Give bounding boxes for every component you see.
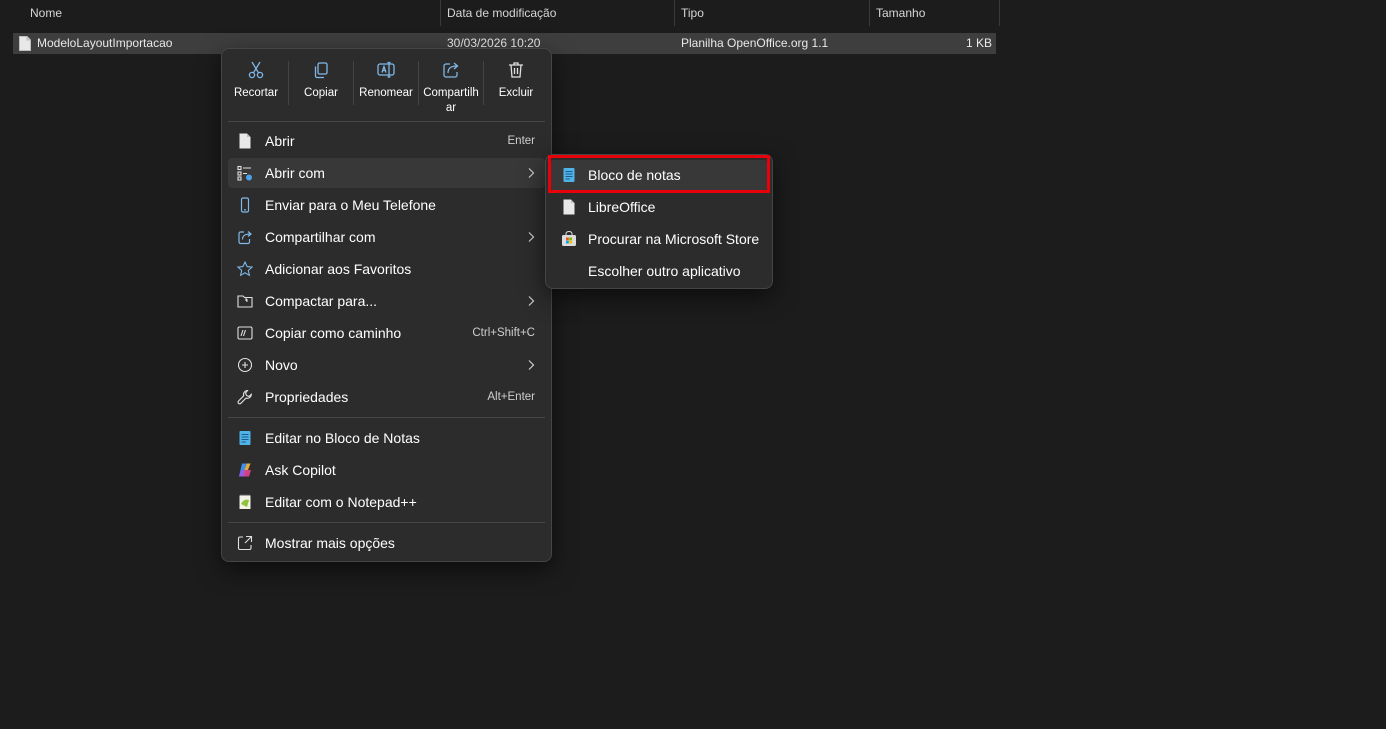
scissors-icon (248, 61, 264, 79)
share-button[interactable]: Compartilhar (419, 54, 483, 116)
menu-item-label: Copiar como caminho (265, 325, 402, 341)
document-icon (563, 199, 575, 215)
menu-item-label: Editar no Bloco de Notas (265, 430, 420, 446)
open-with-submenu: Bloco de notas LibreOffice Procurar na M… (545, 154, 773, 289)
share-label: Compartilhar (423, 87, 479, 114)
menu-item-label: Adicionar aos Favoritos (265, 261, 412, 277)
column-size[interactable]: Tamanho (869, 0, 999, 26)
column-type[interactable]: Tipo (674, 0, 869, 26)
submenu-item-label: Escolher outro aplicativo (588, 263, 741, 279)
file-name: ModeloLayoutImportacao (37, 36, 173, 50)
star-icon (237, 261, 253, 277)
menu-item-compress[interactable]: Compactar para... (228, 286, 545, 316)
menu-item-copy-path[interactable]: Copiar como caminho Ctrl+Shift+C (228, 318, 545, 348)
menu-divider (228, 417, 545, 418)
menu-item-label: Abrir (265, 133, 295, 149)
menu-item-add-favorites[interactable]: Adicionar aos Favoritos (228, 254, 545, 284)
delete-label: Excluir (498, 87, 534, 99)
notepad-icon (563, 168, 575, 182)
menu-divider (228, 121, 545, 122)
menu-item-open[interactable]: Abrir Enter (228, 126, 545, 156)
file-type: Planilha OpenOffice.org 1.1 (681, 36, 829, 50)
context-menu: Recortar Copiar Renomear Compartilhar Ex… (221, 48, 552, 562)
plus-circle-icon (237, 357, 253, 373)
menu-item-shortcut: Ctrl+Shift+C (472, 327, 535, 339)
chevron-right-icon (528, 296, 535, 306)
menu-item-properties[interactable]: Propriedades Alt+Enter (228, 382, 545, 412)
file-size: 1 KB (965, 36, 992, 50)
rename-icon (377, 61, 395, 78)
menu-item-ask-copilot[interactable]: Ask Copilot (228, 455, 545, 485)
more-options-icon (237, 535, 253, 551)
chevron-right-icon (528, 360, 535, 370)
document-icon (19, 36, 31, 51)
copy-path-icon (237, 326, 253, 340)
zip-folder-icon (237, 295, 253, 308)
submenu-item-libreoffice[interactable]: LibreOffice (550, 192, 768, 222)
notepadpp-icon (239, 494, 251, 509)
trash-icon (509, 62, 523, 78)
menu-item-edit-notepadpp[interactable]: Editar com o Notepad++ (228, 487, 545, 517)
menu-item-shortcut: Enter (507, 135, 536, 147)
chevron-right-icon (528, 168, 535, 178)
menu-item-send-to-phone[interactable]: Enviar para o Meu Telefone (228, 190, 545, 220)
column-modified[interactable]: Data de modificação (440, 0, 674, 26)
menu-item-open-with[interactable]: Abrir com (228, 158, 545, 188)
cut-label: Recortar (233, 87, 279, 99)
rename-label: Renomear (359, 87, 413, 99)
submenu-item-label: Procurar na Microsoft Store (588, 231, 760, 247)
quick-actions-bar: Recortar Copiar Renomear Compartilhar Ex… (222, 49, 551, 121)
menu-item-new[interactable]: Novo (228, 350, 545, 380)
menu-item-label: Editar com o Notepad++ (265, 494, 417, 510)
submenu-item-microsoft-store[interactable]: Procurar na Microsoft Store (550, 224, 768, 254)
chevron-right-icon (528, 232, 535, 242)
copy-label: Copiar (304, 87, 338, 99)
copy-icon (314, 62, 328, 79)
menu-item-label: Propriedades (265, 389, 349, 405)
share-icon (443, 62, 459, 78)
share-icon (238, 231, 252, 245)
copy-button[interactable]: Copiar (289, 54, 353, 116)
wrench-icon (237, 389, 252, 405)
copilot-icon (239, 463, 251, 477)
submenu-item-notepad[interactable]: Bloco de notas (550, 160, 768, 190)
open-with-icon (237, 165, 252, 181)
menu-item-label: Ask Copilot (265, 462, 336, 478)
phone-icon (240, 197, 250, 213)
rename-button[interactable]: Renomear (354, 54, 418, 116)
menu-item-label: Compartilhar com (265, 229, 376, 245)
menu-divider (228, 522, 545, 523)
menu-item-shortcut: Alt+Enter (487, 391, 535, 403)
column-divider[interactable] (999, 0, 1000, 26)
menu-item-label: Mostrar mais opções (265, 535, 395, 551)
submenu-item-choose-other-app[interactable]: Escolher outro aplicativo (550, 256, 768, 286)
menu-item-label: Abrir com (265, 165, 325, 181)
delete-button[interactable]: Excluir (484, 54, 548, 116)
menu-item-label: Novo (265, 357, 298, 373)
column-name[interactable]: Nome (23, 0, 440, 26)
menu-item-label: Enviar para o Meu Telefone (265, 197, 436, 213)
notepad-icon (239, 431, 251, 445)
menu-item-edit-notepad[interactable]: Editar no Bloco de Notas (228, 423, 545, 453)
menu-item-share-with[interactable]: Compartilhar com (228, 222, 545, 252)
cut-button[interactable]: Recortar (224, 54, 288, 116)
document-icon (239, 133, 251, 149)
column-header-bar: ⌃ Nome Data de modificação Tipo Tamanho (0, 0, 1000, 26)
submenu-item-label: Bloco de notas (588, 167, 681, 183)
menu-item-show-more-options[interactable]: Mostrar mais opções (228, 528, 545, 558)
menu-item-label: Compactar para... (265, 293, 378, 309)
submenu-item-label: LibreOffice (588, 199, 656, 215)
store-icon (562, 231, 576, 246)
